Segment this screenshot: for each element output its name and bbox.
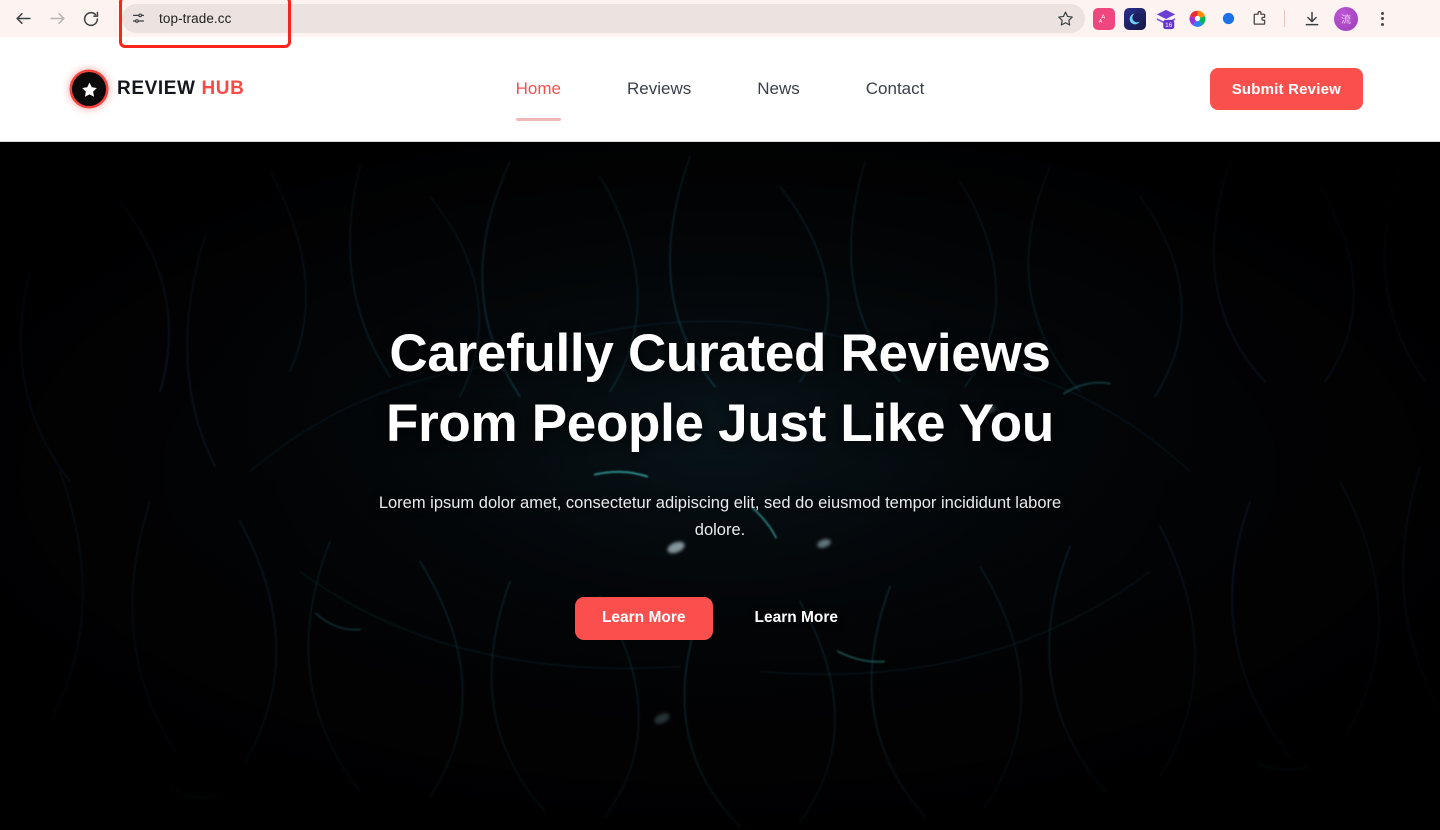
puzzle-piece-icon xyxy=(1253,10,1265,25)
address-bar[interactable]: top-trade.cc xyxy=(122,4,1085,33)
back-button[interactable] xyxy=(6,2,40,36)
crescent-glyph-icon xyxy=(1129,12,1142,24)
nav-active-underline xyxy=(515,118,561,121)
hero-title-line-1: Carefully Curated Reviews xyxy=(389,324,1051,383)
blue-dot-icon xyxy=(1222,12,1234,25)
download-arrow-icon xyxy=(1305,11,1319,25)
stack-badge-icon: 16 xyxy=(1156,9,1176,29)
status-dot-extension-icon[interactable] xyxy=(1217,8,1239,30)
browser-nav-buttons xyxy=(0,2,108,36)
back-arrow-icon xyxy=(15,12,31,25)
learn-more-secondary-button[interactable]: Learn More xyxy=(728,597,866,640)
tune-icon xyxy=(132,13,144,23)
hero-action-buttons: Learn More Learn More xyxy=(0,596,1440,640)
reader-extension-icon[interactable] xyxy=(1124,7,1146,30)
nav-item-reviews[interactable]: Reviews xyxy=(594,79,724,99)
puzzle-extensions-icon[interactable] xyxy=(1248,8,1270,30)
nav-item-home[interactable]: Home xyxy=(483,79,594,121)
forward-button[interactable] xyxy=(40,2,74,36)
kebab-dot xyxy=(1380,17,1384,20)
notes-badge-count: 16 xyxy=(1165,21,1173,28)
hero-content: Carefully Curated Reviews From People Ju… xyxy=(0,142,1440,640)
notes-extension-icon[interactable]: 16 xyxy=(1155,8,1177,30)
reload-icon xyxy=(83,11,99,26)
reload-button[interactable] xyxy=(74,2,108,36)
nav-item-news[interactable]: News xyxy=(724,79,833,99)
profile-avatar[interactable]: 流 xyxy=(1334,6,1358,31)
url-text[interactable]: top-trade.cc xyxy=(159,11,231,26)
hero-title: Carefully Curated Reviews From People Ju… xyxy=(0,319,1440,460)
nav-item-contact[interactable]: Contact xyxy=(833,79,958,99)
browser-toolbar: top-trade.cc A A 16 流 xyxy=(0,0,1440,48)
forward-arrow-icon xyxy=(49,12,65,25)
download-icon[interactable] xyxy=(1299,6,1325,32)
kebab-dot xyxy=(1380,11,1384,15)
star-outline-icon xyxy=(1058,11,1073,26)
toolbar-divider xyxy=(1284,10,1285,27)
site-settings-icon[interactable] xyxy=(125,6,151,32)
site-header: REVIEW HUB Home Reviews News Contact Sub… xyxy=(0,37,1440,141)
submit-review-button[interactable]: Submit Review xyxy=(1209,68,1363,110)
bookmark-star-icon[interactable] xyxy=(1052,5,1079,32)
hero-section: Carefully Curated Reviews From People Ju… xyxy=(0,141,1440,830)
hero-title-line-2: From People Just Like You xyxy=(386,394,1054,454)
translate-extension-icon[interactable]: A A xyxy=(1093,7,1115,30)
translate-glyph-icon: A A xyxy=(1098,15,1105,25)
color-wheel-extension-icon[interactable] xyxy=(1186,8,1208,30)
kebab-dot xyxy=(1380,22,1384,26)
learn-more-primary-button[interactable]: Learn More xyxy=(574,596,713,640)
extensions-tray: A A 16 流 xyxy=(1093,6,1395,32)
kebab-menu-icon[interactable] xyxy=(1369,6,1395,32)
color-wheel-glyph-icon xyxy=(1189,10,1205,27)
hero-subtitle: Lorem ipsum dolor amet, consectetur adip… xyxy=(378,493,1062,539)
